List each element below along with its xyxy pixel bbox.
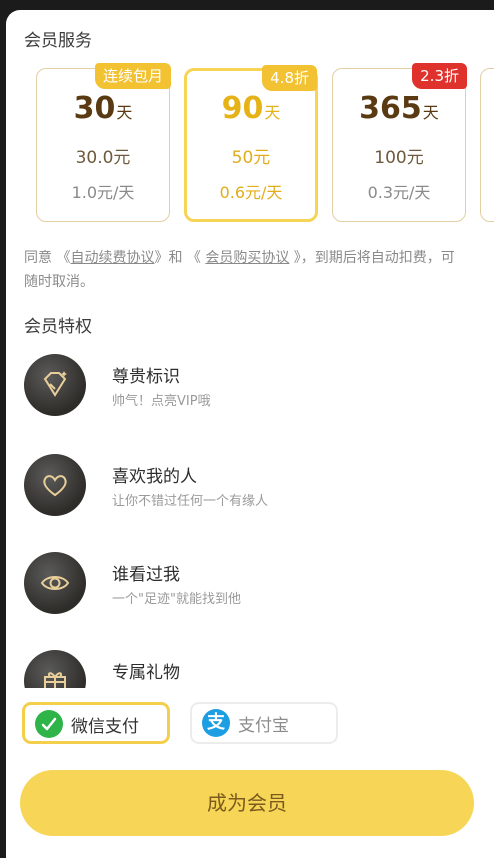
- plan-per-day: 0.3元/天: [367, 183, 431, 202]
- plan-days: 90天: [221, 91, 281, 126]
- privilege-item: 谁看过我 一个"足迹"就能找到他: [24, 552, 464, 616]
- plan-card-30[interactable]: 连续包月 30天 30.0元 1.0元/天: [36, 63, 171, 222]
- auto-renew-agreement-link[interactable]: 自动续费协议: [70, 250, 154, 266]
- privilege-item: 尊贵标识 帅气！点亮VIP哦: [24, 354, 464, 418]
- eye-icon: [24, 552, 86, 614]
- privilege-name: 尊贵标识: [112, 367, 180, 387]
- privilege-name: 专属礼物: [112, 663, 180, 683]
- plan-badge: 2.3折: [412, 63, 467, 89]
- wechat-icon: [35, 710, 63, 738]
- plan-per-day: 0.6元/天: [219, 183, 283, 202]
- payment-bar: 微信支付 支 支付宝 成为会员: [6, 688, 494, 858]
- plan-list[interactable]: 连续包月 30天 30.0元 1.0元/天 4.8折 90天 50元 0.6元/…: [36, 63, 494, 228]
- plan-card-partial[interactable]: [480, 68, 494, 222]
- plan-price: 30.0元: [75, 148, 131, 168]
- privilege-section-title: 会员特权: [24, 317, 92, 337]
- become-member-button[interactable]: 成为会员: [20, 770, 474, 836]
- plan-badge: 4.8折: [262, 65, 317, 91]
- plan-card-90[interactable]: 4.8折 90天 50元 0.6元/天: [184, 65, 318, 222]
- alipay-button[interactable]: 支 支付宝: [190, 702, 338, 744]
- privilege-desc: 一个"足迹"就能找到他: [112, 592, 241, 607]
- plan-price: 100元: [374, 148, 424, 168]
- privilege-item: 喜欢我的人 让你不错过任何一个有缘人: [24, 454, 464, 518]
- plan-per-day: 1.0元/天: [71, 183, 135, 202]
- wechat-pay-label: 微信支付: [71, 717, 139, 737]
- plan-days: 365天: [359, 91, 439, 126]
- service-section-title: 会员服务: [24, 31, 92, 51]
- agreement-text: 同意 《自动续费协议》和 《 会员购买协议 》，到期后将自动扣费，可随时取消。: [24, 250, 455, 290]
- plan-price: 50元: [231, 148, 271, 168]
- purchase-agreement-link[interactable]: 会员购买协议: [205, 250, 289, 266]
- heart-icon: [24, 454, 86, 516]
- alipay-icon: 支: [202, 709, 230, 737]
- plan-days: 30天: [73, 91, 133, 126]
- plan-badge: 连续包月: [94, 63, 171, 89]
- wechat-pay-button[interactable]: 微信支付: [22, 702, 170, 744]
- privilege-name: 喜欢我的人: [112, 467, 197, 487]
- alipay-label: 支付宝: [238, 716, 289, 736]
- privilege-desc: 让你不错过任何一个有缘人: [112, 494, 269, 509]
- diamond-icon: [24, 354, 86, 416]
- plan-card-365[interactable]: 2.3折 365天 100元 0.3元/天: [332, 63, 467, 222]
- privilege-name: 谁看过我: [112, 565, 180, 585]
- privilege-desc: 帅气！点亮VIP哦: [112, 394, 211, 409]
- membership-sheet: 会员服务 连续包月 30天 30.0元 1.0元/天 4.8折 90天 50元 …: [6, 10, 494, 858]
